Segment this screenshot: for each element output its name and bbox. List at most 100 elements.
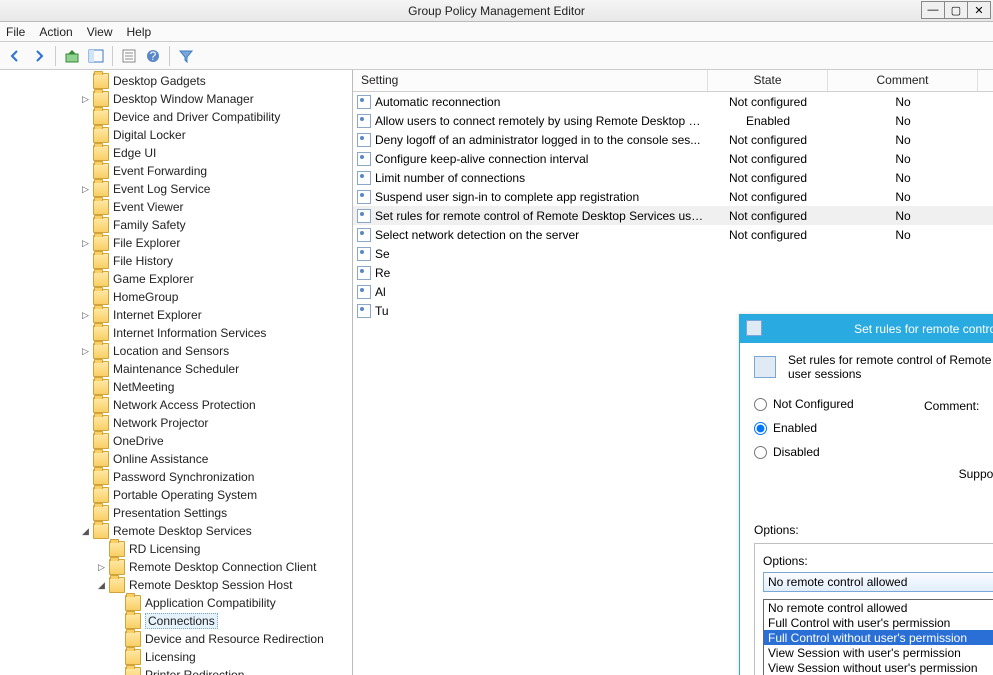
tree-item[interactable]: ◢Remote Desktop Session Host: [0, 576, 352, 594]
expand-icon[interactable]: ◢: [80, 526, 91, 537]
expand-icon[interactable]: [112, 616, 123, 627]
expand-icon[interactable]: [80, 364, 91, 375]
tree-item[interactable]: ▷Location and Sensors: [0, 342, 352, 360]
tree-item[interactable]: Desktop Gadgets: [0, 72, 352, 90]
expand-icon[interactable]: [80, 400, 91, 411]
properties-button[interactable]: [118, 45, 140, 67]
expand-icon[interactable]: ▷: [80, 94, 91, 105]
tree-item[interactable]: Event Viewer: [0, 198, 352, 216]
tree-item[interactable]: OneDrive: [0, 432, 352, 450]
expand-icon[interactable]: [80, 292, 91, 303]
expand-icon[interactable]: [80, 274, 91, 285]
expand-icon[interactable]: ▷: [96, 562, 107, 573]
expand-icon[interactable]: [80, 328, 91, 339]
dropdown-option[interactable]: View Session with user's permission: [764, 645, 993, 660]
dropdown-option[interactable]: Full Control without user's permission: [764, 630, 993, 645]
expand-icon[interactable]: [80, 490, 91, 501]
list-row[interactable]: Select network detection on the serverNo…: [353, 225, 993, 244]
expand-icon[interactable]: [112, 670, 123, 675]
filter-button[interactable]: [175, 45, 197, 67]
tree-item[interactable]: Maintenance Scheduler: [0, 360, 352, 378]
expand-icon[interactable]: [80, 382, 91, 393]
tree-item[interactable]: Device and Driver Compatibility: [0, 108, 352, 126]
list-header[interactable]: Setting State Comment: [353, 70, 993, 92]
expand-icon[interactable]: [112, 652, 123, 663]
menu-action[interactable]: Action: [39, 25, 72, 39]
tree-item[interactable]: Presentation Settings: [0, 504, 352, 522]
expand-icon[interactable]: [80, 472, 91, 483]
expand-icon[interactable]: [80, 76, 91, 87]
expand-icon[interactable]: [80, 166, 91, 177]
tree-item[interactable]: Network Projector: [0, 414, 352, 432]
expand-icon[interactable]: ▷: [80, 184, 91, 195]
col-state[interactable]: State: [708, 70, 828, 91]
dropdown-option[interactable]: No remote control allowed: [764, 600, 993, 615]
tree-item[interactable]: ▷File Explorer: [0, 234, 352, 252]
navigation-tree[interactable]: Desktop Gadgets▷Desktop Window ManagerDe…: [0, 70, 353, 675]
tree-item[interactable]: Network Access Protection: [0, 396, 352, 414]
tree-item[interactable]: HomeGroup: [0, 288, 352, 306]
expand-icon[interactable]: ▷: [80, 346, 91, 357]
tree-item[interactable]: Application Compatibility: [0, 594, 352, 612]
back-button[interactable]: [4, 45, 26, 67]
expand-icon[interactable]: [80, 112, 91, 123]
tree-item[interactable]: ▷Internet Explorer: [0, 306, 352, 324]
expand-icon[interactable]: [112, 634, 123, 645]
expand-icon[interactable]: ◢: [96, 580, 107, 591]
list-row[interactable]: Limit number of connectionsNot configure…: [353, 168, 993, 187]
tree-item[interactable]: Portable Operating System: [0, 486, 352, 504]
radio-enabled[interactable]: Enabled: [754, 421, 904, 435]
radio-disabled[interactable]: Disabled: [754, 445, 904, 459]
radio-not-configured[interactable]: Not Configured: [754, 397, 904, 411]
expand-icon[interactable]: [80, 436, 91, 447]
tree-item[interactable]: Digital Locker: [0, 126, 352, 144]
expand-icon[interactable]: ▷: [80, 238, 91, 249]
tree-item[interactable]: ▷Desktop Window Manager: [0, 90, 352, 108]
expand-icon[interactable]: [80, 418, 91, 429]
tree-item[interactable]: Game Explorer: [0, 270, 352, 288]
tree-item[interactable]: ▷Remote Desktop Connection Client: [0, 558, 352, 576]
expand-icon[interactable]: [80, 220, 91, 231]
expand-icon[interactable]: [96, 544, 107, 555]
tree-item[interactable]: Password Synchronization: [0, 468, 352, 486]
tree-item[interactable]: RD Licensing: [0, 540, 352, 558]
tree-item[interactable]: ◢Remote Desktop Services: [0, 522, 352, 540]
col-comment[interactable]: Comment: [828, 70, 978, 91]
options-combobox[interactable]: No remote control allowed ▾: [763, 572, 993, 592]
list-row[interactable]: Automatic reconnectionNot configuredNo: [353, 92, 993, 111]
up-button[interactable]: [61, 45, 83, 67]
expand-icon[interactable]: [80, 130, 91, 141]
menu-view[interactable]: View: [87, 25, 113, 39]
show-hide-tree-button[interactable]: [85, 45, 107, 67]
expand-icon[interactable]: [80, 454, 91, 465]
tree-item[interactable]: Family Safety: [0, 216, 352, 234]
tree-item[interactable]: Licensing: [0, 648, 352, 666]
close-button[interactable]: ✕: [967, 1, 991, 19]
list-row[interactable]: Deny logoff of an administrator logged i…: [353, 130, 993, 149]
dropdown-option[interactable]: View Session without user's permission: [764, 660, 993, 675]
dialog-titlebar[interactable]: Set rules for remote control of Remote D…: [740, 315, 993, 343]
expand-icon[interactable]: [80, 202, 91, 213]
menu-help[interactable]: Help: [127, 25, 152, 39]
col-setting[interactable]: Setting: [353, 70, 708, 91]
tree-item[interactable]: Online Assistance: [0, 450, 352, 468]
list-row[interactable]: Allow users to connect remotely by using…: [353, 111, 993, 130]
list-row[interactable]: Set rules for remote control of Remote D…: [353, 206, 993, 225]
minimize-button[interactable]: —: [921, 1, 945, 19]
list-row[interactable]: Suspend user sign-in to complete app reg…: [353, 187, 993, 206]
forward-button[interactable]: [28, 45, 50, 67]
expand-icon[interactable]: [80, 508, 91, 519]
tree-item[interactable]: Printer Redirection: [0, 666, 352, 675]
tree-item[interactable]: Edge UI: [0, 144, 352, 162]
list-row[interactable]: Configure keep-alive connection interval…: [353, 149, 993, 168]
list-row[interactable]: Al: [353, 282, 993, 301]
dropdown-option[interactable]: Full Control with user's permission: [764, 615, 993, 630]
expand-icon[interactable]: [80, 256, 91, 267]
list-row[interactable]: Re: [353, 263, 993, 282]
tree-item[interactable]: Device and Resource Redirection: [0, 630, 352, 648]
tree-item[interactable]: ▷Event Log Service: [0, 180, 352, 198]
expand-icon[interactable]: [80, 148, 91, 159]
tree-item[interactable]: Connections: [0, 612, 352, 630]
menu-file[interactable]: File: [6, 25, 25, 39]
maximize-button[interactable]: ▢: [944, 1, 968, 19]
